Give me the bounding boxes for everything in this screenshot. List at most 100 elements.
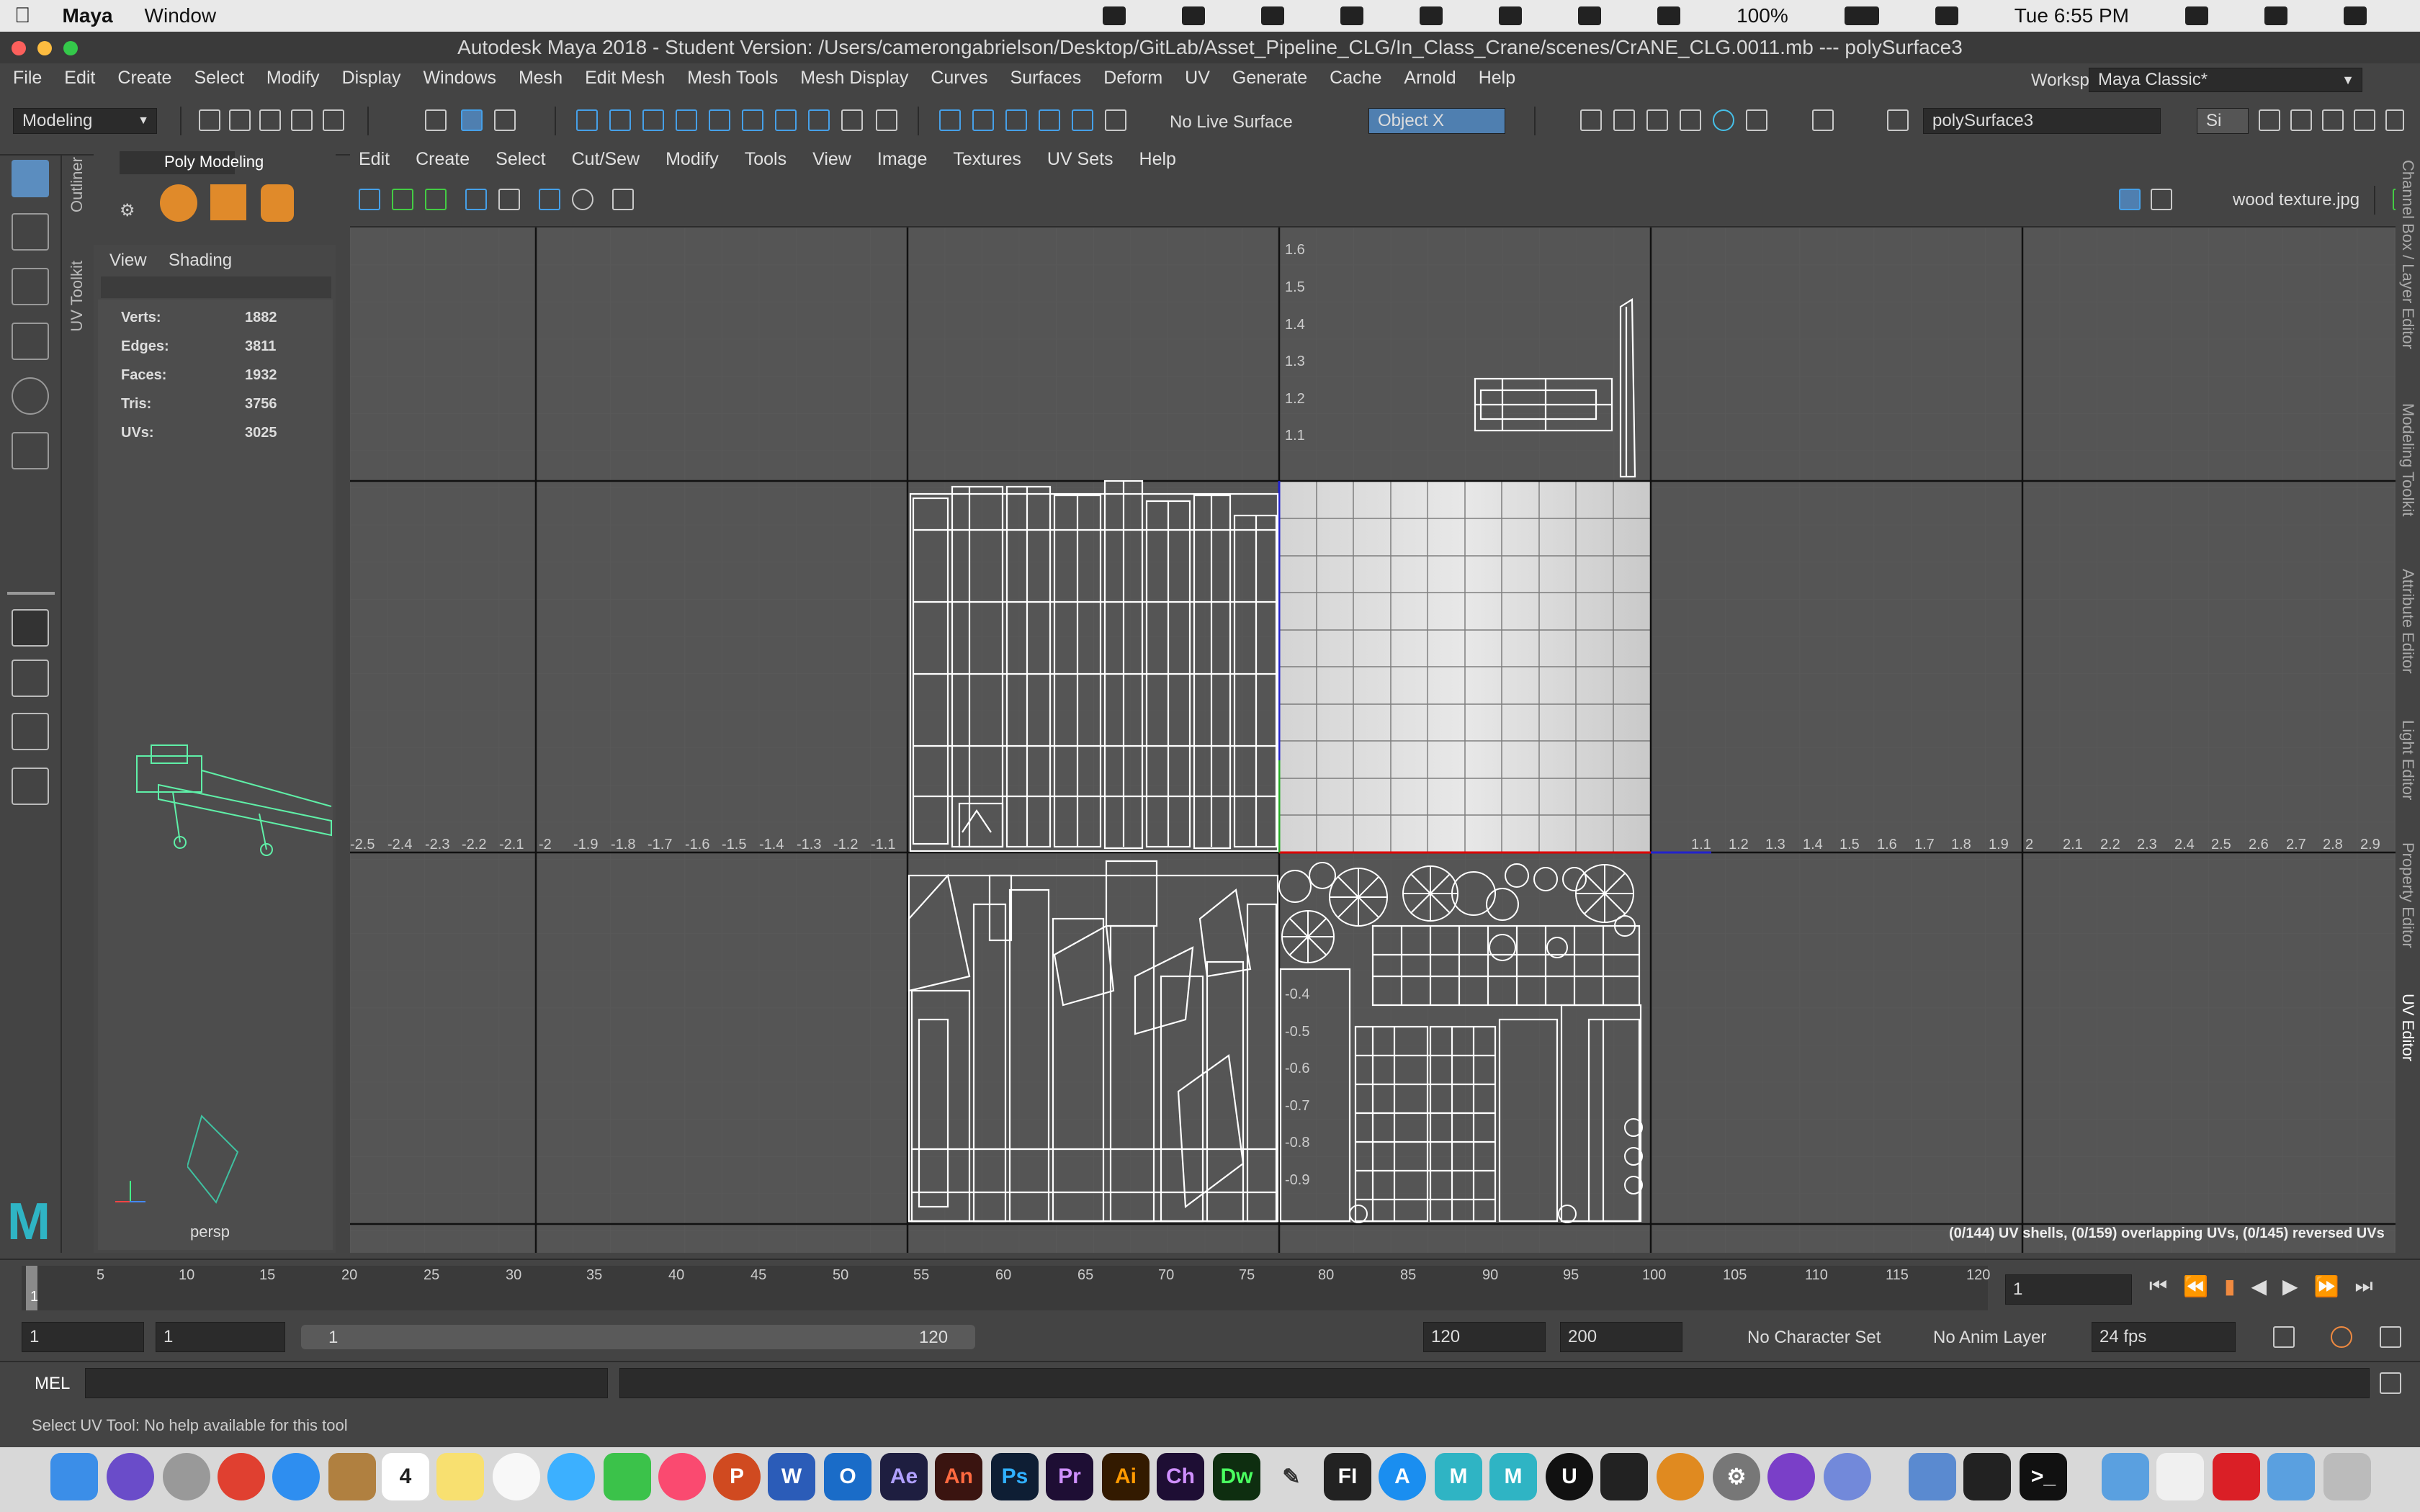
- finder-icon[interactable]: [50, 1453, 98, 1500]
- texture-name[interactable]: wood texture.jpg: [2233, 190, 2360, 210]
- menu-mesh-tools[interactable]: Mesh Tools: [687, 68, 778, 89]
- fps-select[interactable]: 24 fps: [2092, 1322, 2236, 1352]
- menu-generate[interactable]: Generate: [1232, 68, 1307, 89]
- uv-grid-icon[interactable]: [539, 189, 560, 210]
- tab-light-editor[interactable]: Light Editor: [2398, 720, 2417, 800]
- select-hierarchy-icon[interactable]: [425, 109, 447, 131]
- tool-settings-icon[interactable]: [2385, 109, 2404, 131]
- time-slider[interactable]: 1 5 10 15 20 25 30 35 40 45 50 55 60 65 …: [0, 1259, 2420, 1318]
- github-icon[interactable]: [1767, 1453, 1815, 1500]
- character-animator-icon[interactable]: Ch: [1157, 1453, 1204, 1500]
- snap-surface-icon[interactable]: [709, 109, 730, 131]
- paint-select-tool-icon[interactable]: [12, 268, 49, 305]
- current-frame-field[interactable]: 1: [2005, 1274, 2132, 1305]
- four-view-icon[interactable]: [12, 660, 49, 697]
- spotlight-icon[interactable]: [2185, 6, 2208, 25]
- tab-poly-modeling[interactable]: Poly Modeling: [164, 153, 264, 171]
- symmetry-select[interactable]: Object X: [1368, 108, 1505, 134]
- console-icon[interactable]: [1963, 1453, 2011, 1500]
- menu-uv[interactable]: UV: [1185, 68, 1210, 89]
- construction-history-icon[interactable]: [972, 109, 994, 131]
- play-forward-icon[interactable]: ▶: [2282, 1274, 2298, 1298]
- tab-outliner[interactable]: Outliner: [68, 157, 86, 212]
- mudbox-icon[interactable]: M: [1489, 1453, 1537, 1500]
- menu-select[interactable]: Select: [194, 68, 243, 89]
- drive-icon[interactable]: [1261, 6, 1285, 25]
- go-to-end-icon[interactable]: ⏭: [2354, 1274, 2372, 1298]
- menu-edit[interactable]: Edit: [64, 68, 95, 89]
- snap-point-icon[interactable]: [642, 109, 664, 131]
- uv-snap-icon[interactable]: [572, 189, 593, 210]
- play-backward-icon[interactable]: ◀: [2251, 1274, 2267, 1298]
- open-scene-icon[interactable]: [229, 109, 251, 131]
- uv-menu-textures[interactable]: Textures: [953, 149, 1021, 170]
- sphere-icon[interactable]: [160, 184, 197, 222]
- terminal-icon[interactable]: >_: [2020, 1453, 2067, 1500]
- maya-app-icon[interactable]: M: [1435, 1453, 1482, 1500]
- menu-cache[interactable]: Cache: [1330, 68, 1381, 89]
- viewport-menu-view[interactable]: View: [109, 251, 147, 271]
- hypershade-icon[interactable]: [1713, 109, 1734, 131]
- powerpoint-icon[interactable]: P: [713, 1453, 761, 1500]
- photos-icon[interactable]: [493, 1453, 540, 1500]
- uv-menu-tools[interactable]: Tools: [745, 149, 786, 170]
- pick-icon[interactable]: [841, 109, 863, 131]
- uv-menu-edit[interactable]: Edit: [359, 149, 390, 170]
- scene-end-field[interactable]: 200: [1560, 1322, 1682, 1352]
- scale-tool-icon[interactable]: [12, 432, 49, 469]
- uv-menu-help[interactable]: Help: [1139, 149, 1176, 170]
- applications-folder-icon[interactable]: [2102, 1453, 2149, 1500]
- wine-icon[interactable]: [1103, 6, 1126, 25]
- two-view-icon[interactable]: [12, 713, 49, 750]
- range-slider[interactable]: [301, 1325, 975, 1349]
- uv-menu-cut-sew[interactable]: Cut/Sew: [572, 149, 640, 170]
- outliner-view-icon[interactable]: [12, 768, 49, 805]
- window-menu[interactable]: Window: [145, 4, 217, 27]
- tab-attribute-editor[interactable]: Attribute Editor: [2398, 569, 2417, 674]
- minimize-window-button[interactable]: [37, 41, 52, 55]
- object-name-field[interactable]: polySurface3: [1923, 108, 2161, 134]
- viewport-menu-shading[interactable]: Shading: [169, 251, 232, 271]
- cylinder-icon[interactable]: [261, 184, 294, 222]
- uv-checker-icon[interactable]: [498, 189, 520, 210]
- auto-key-icon[interactable]: [2331, 1326, 2352, 1348]
- menu-windows[interactable]: Windows: [424, 68, 496, 89]
- arnold-render-icon[interactable]: [1746, 109, 1767, 131]
- messages-icon[interactable]: [547, 1453, 595, 1500]
- maya-icon[interactable]: [1340, 6, 1364, 25]
- step-back-frame-icon[interactable]: ▮: [2224, 1274, 2235, 1298]
- notification-icon[interactable]: [2344, 6, 2367, 25]
- chrome-icon[interactable]: [218, 1453, 265, 1500]
- save-scene-icon[interactable]: [259, 109, 281, 131]
- uv-menu-uv-sets[interactable]: UV Sets: [1047, 149, 1113, 170]
- menu-modify[interactable]: Modify: [266, 68, 320, 89]
- help-icon[interactable]: [808, 109, 830, 131]
- mel-label[interactable]: MEL: [35, 1374, 70, 1394]
- playback-start-field[interactable]: 1: [156, 1322, 285, 1352]
- menu-mesh-display[interactable]: Mesh Display: [800, 68, 908, 89]
- safari-icon[interactable]: [272, 1453, 320, 1500]
- workspace-select[interactable]: Maya Classic* ▼: [2089, 68, 2362, 92]
- image-display-icon[interactable]: [2119, 189, 2141, 210]
- rotate-tool-icon[interactable]: [12, 377, 49, 415]
- discord-icon[interactable]: [1824, 1453, 1871, 1500]
- snap-edge-icon[interactable]: [775, 109, 797, 131]
- menu-file[interactable]: File: [13, 68, 42, 89]
- after-effects-icon[interactable]: Ae: [880, 1453, 928, 1500]
- menu-surfaces[interactable]: Surfaces: [1010, 68, 1082, 89]
- animate-icon[interactable]: An: [935, 1453, 982, 1500]
- menu-mesh[interactable]: Mesh: [519, 68, 563, 89]
- close-window-button[interactable]: [12, 41, 26, 55]
- render-frame-icon[interactable]: [1613, 109, 1635, 131]
- creative-cloud-app-icon[interactable]: [2213, 1453, 2260, 1500]
- uv-shaded-icon[interactable]: [392, 189, 413, 210]
- zoom-window-button[interactable]: [63, 41, 78, 55]
- anim-layer-select[interactable]: No Anim Layer: [1933, 1328, 2046, 1348]
- clock[interactable]: Tue 6:55 PM: [2015, 4, 2129, 27]
- cube-icon[interactable]: [210, 184, 246, 220]
- scene-start-field[interactable]: 1: [22, 1322, 144, 1352]
- flag-icon[interactable]: [1935, 6, 1958, 25]
- snap-view-plane-icon[interactable]: [676, 109, 697, 131]
- character-set-select[interactable]: No Character Set: [1747, 1328, 1881, 1348]
- live-surface-label[interactable]: No Live Surface: [1170, 112, 1293, 132]
